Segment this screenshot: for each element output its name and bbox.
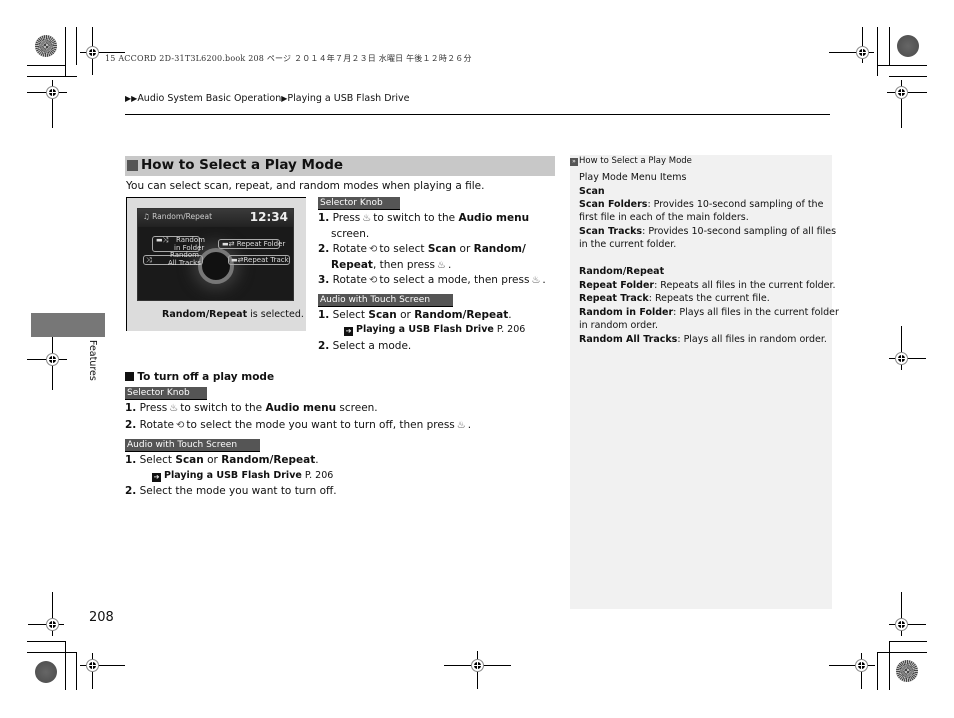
cross-reference-link[interactable]: ➔ Playing a USB Flash Drive P. 206 [152, 470, 333, 482]
press-knob-icon: ♨ [362, 213, 372, 224]
sidebar-scan-folders-cont: first file in each of the main folders. [579, 212, 749, 223]
rotate-knob-icon: ⟲ [176, 420, 185, 431]
section-header: How to Select a Play Mode [125, 156, 555, 176]
touch-step-1: 1. Select Scan or Random/Repeat. [318, 309, 512, 321]
press-knob-icon: ♨ [169, 403, 179, 414]
breadcrumb-item[interactable]: Audio System Basic Operation [137, 93, 281, 104]
registration-mark-icon [46, 86, 59, 99]
sidebar-scan-tracks-cont: in the current folder. [579, 239, 677, 250]
section-square-icon [127, 160, 138, 171]
knob-step-1: 1. Press ♨ to switch to the Audio menu [318, 212, 530, 224]
knob-step-3: 3. Rotate ⟲ to select a mode, then press ♨. [318, 274, 546, 286]
registration-mark-icon [471, 659, 484, 672]
section-intro: You can select scan, repeat, and random … [126, 180, 485, 192]
sidebar-repeat-folder: Repeat Folder: Repeats all files in the … [579, 280, 836, 291]
heading-square-icon [125, 372, 134, 381]
press-knob-icon: ♨ [437, 260, 446, 271]
touch-step-2: 2. Select a mode. [318, 340, 412, 352]
sidebar-random-all: Random All Tracks: Plays all files in ra… [579, 334, 827, 345]
sidebar-random-folder-cont: in random order. [579, 320, 659, 331]
registration-mark-icon [46, 618, 59, 631]
print-header: 15 ACCORD 2D-31T3L6200.book 208 ページ ２０１４… [105, 54, 472, 63]
figure-caption: Random/Repeat is selected. [162, 309, 304, 320]
turnoff-knob-step-1: 1. Press ♨ to switch to the Audio menu scr… [125, 402, 378, 414]
sidebar-ref-title: » How to Select a Play Mode [570, 155, 692, 167]
breadcrumb-arrow-icon: ▶▶ [125, 94, 138, 103]
header-divider [125, 114, 830, 115]
cross-reference-link[interactable]: ➔ Playing a USB Flash Drive P. 206 [344, 324, 525, 336]
registration-mark-icon [895, 618, 908, 631]
registration-mark-icon [86, 46, 99, 59]
selector-knob-label: Selector Knob [318, 197, 400, 209]
chapter-tab-label: Features [87, 340, 98, 381]
subsection-heading: To turn off a play mode [125, 371, 274, 384]
section-title: How to Select a Play Mode [141, 157, 344, 173]
page-number: 208 [89, 610, 114, 625]
registration-mark-icon [895, 352, 908, 365]
screen-clock: 12:34 [249, 210, 288, 224]
screen-title: ♫ Random/Repeat [143, 212, 213, 221]
chapter-tab[interactable] [31, 313, 105, 337]
registration-disc-icon [35, 35, 57, 57]
option-random-all-tracks: ⤨ Random All Tracks [146, 251, 201, 267]
registration-mark-icon [46, 353, 59, 366]
option-repeat-track: ▬⇄Repeat Track [231, 256, 289, 264]
sidebar-scan-heading: Scan [579, 186, 605, 197]
registration-disc-icon [896, 660, 918, 682]
reference-arrow-icon: ➔ [152, 473, 161, 482]
option-random-in-folder: ▬⤨ Random in Folder [156, 236, 205, 252]
registration-disc-icon [897, 35, 919, 57]
sidebar-scan-tracks: Scan Tracks: Provides 10-second sampling… [579, 226, 837, 237]
turnoff-touch-step-1: 1. Select Scan or Random/Repeat. [125, 454, 319, 466]
selector-knob-label: Selector Knob [125, 387, 207, 399]
rotate-knob-icon: ⟲ [369, 244, 378, 255]
touch-screen-label: Audio with Touch Screen [125, 439, 260, 451]
turnoff-touch-step-2: 2. Select the mode you want to turn off. [125, 485, 337, 497]
breadcrumb-item[interactable]: Playing a USB Flash Drive [287, 93, 409, 104]
press-knob-icon: ♨ [531, 275, 541, 286]
audio-screen: ♫ Random/Repeat 12:34 ▬⤨ Random in Folder… [137, 208, 294, 301]
rotate-knob-icon: ⟲ [369, 275, 378, 286]
knob-step-2: 2. Rotate ⟲ to select Scan or Random/ [318, 243, 526, 255]
display-figure: ♫ Random/Repeat 12:34 ▬⤨ Random in Folder… [126, 197, 306, 331]
registration-mark-icon [895, 86, 908, 99]
option-repeat-folder: ▬⇄ Repeat Folder [222, 240, 286, 248]
touch-screen-label: Audio with Touch Screen [318, 294, 453, 306]
sidebar-random-heading: Random/Repeat [579, 266, 665, 277]
registration-disc-icon [35, 661, 57, 683]
knob-step-2-cont: Repeat, then press ♨. [331, 259, 452, 271]
breadcrumb: ▶▶Audio System Basic Operation▶Playing a… [125, 93, 410, 104]
registration-mark-icon [86, 659, 99, 672]
sidebar-repeat-track: Repeat Track: Repeats the current file. [579, 293, 770, 304]
sidebar-heading: Play Mode Menu Items [579, 172, 687, 183]
press-knob-icon: ♨ [456, 420, 466, 431]
reference-arrow-icon: ➔ [344, 327, 353, 336]
knob-step-1-cont: screen. [331, 228, 370, 240]
sidebar-random-folder: Random in Folder: Plays all files in the… [579, 307, 839, 318]
sidebar-ref-icon: » [570, 158, 578, 166]
knob-ring-icon [198, 248, 234, 284]
registration-mark-icon [855, 659, 868, 672]
sidebar-scan-folders: Scan Folders: Provides 10-second samplin… [579, 199, 824, 210]
turnoff-knob-step-2: 2. Rotate ⟲ to select the mode you want to… [125, 419, 472, 431]
registration-mark-icon [856, 46, 869, 59]
